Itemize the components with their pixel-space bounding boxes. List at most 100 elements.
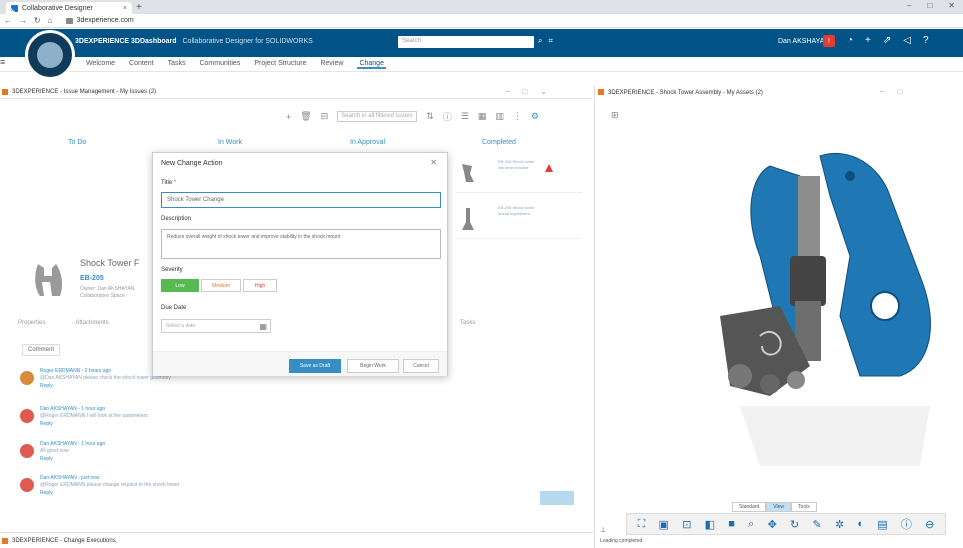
column-todo[interactable]: To Do: [68, 139, 86, 146]
due-date-placeholder: Select a date: [166, 323, 196, 329]
calendar-icon[interactable]: ▦: [259, 322, 267, 331]
help-icon[interactable]: ?: [923, 35, 929, 47]
minimize-icon[interactable]: –: [907, 1, 911, 10]
comment-author[interactable]: Roger ERDMANN - 2 hours ago: [40, 368, 111, 374]
reload-icon[interactable]: ↻: [34, 16, 41, 25]
3d-model-view[interactable]: [700, 136, 960, 496]
reply-link[interactable]: Reply: [40, 383, 53, 389]
explode-icon[interactable]: ✲: [835, 518, 844, 531]
filter-icon[interactable]: ⊟: [321, 111, 329, 122]
tab-standard[interactable]: Standard: [732, 502, 767, 512]
post-comment-button[interactable]: [540, 491, 574, 505]
maximize-panel-icon[interactable]: □: [522, 87, 527, 96]
kanban-view-icon[interactable]: ▥: [495, 111, 504, 122]
tab-tasks[interactable]: Tasks: [168, 60, 186, 69]
viewer-panel-controls: – □: [880, 87, 902, 96]
chat-icon[interactable]: ◔: [847, 35, 853, 47]
tab-properties[interactable]: Properties: [18, 320, 45, 326]
reply-link[interactable]: Reply: [40, 490, 53, 496]
tab-tasks[interactable]: Tasks: [460, 320, 475, 326]
search-input[interactable]: Search: [398, 36, 534, 48]
display-icon[interactable]: ▤: [877, 518, 887, 531]
camera-icon[interactable]: ■: [728, 518, 735, 530]
begin-work-button[interactable]: Begin Work: [347, 359, 399, 373]
tab-change[interactable]: Change: [357, 60, 386, 69]
save-view-icon[interactable]: ▣: [659, 518, 669, 531]
filter-search-input[interactable]: Search in all filtered issues: [337, 111, 418, 122]
annotate-icon[interactable]: ✎: [812, 518, 821, 531]
tab-communities[interactable]: Communities: [199, 60, 240, 69]
share-icon[interactable]: ⇗: [883, 35, 891, 47]
cancel-button[interactable]: Cancel: [403, 359, 439, 373]
search-part-icon[interactable]: ⌕: [748, 518, 754, 531]
info-icon[interactable]: ⓘ: [443, 110, 452, 123]
compass-menu-icon[interactable]: ✥: [5, 5, 15, 19]
comment-author[interactable]: Dan AKSHAYAN - 1 hour ago: [40, 406, 105, 412]
info-icon[interactable]: ⓘ: [901, 516, 912, 532]
grid-view-icon[interactable]: ▦: [478, 111, 487, 122]
sort-icon[interactable]: ⇅: [426, 111, 434, 122]
sidebar-toggle-icon[interactable]: ≡: [0, 57, 10, 72]
close-icon[interactable]: ✕: [430, 158, 437, 167]
measure-icon[interactable]: ⊡: [682, 518, 691, 531]
panel-menu-icon[interactable]: ⌄: [540, 87, 547, 96]
delete-icon[interactable]: 🗑: [300, 111, 311, 122]
tab-welcome[interactable]: Welcome: [86, 60, 115, 69]
title-field[interactable]: Shock Tower Change: [161, 192, 441, 208]
minimize-panel-icon[interactable]: –: [505, 87, 509, 96]
close-tab-icon[interactable]: ×: [123, 5, 127, 12]
rotate-icon[interactable]: ↻: [790, 518, 799, 531]
add-issue-icon[interactable]: +: [286, 112, 291, 122]
column-completed[interactable]: Completed: [482, 139, 516, 146]
column-in-approval[interactable]: In Approval: [350, 139, 385, 146]
comment-author[interactable]: Dan AKSHAYAN - just now: [40, 475, 100, 481]
render-icon[interactable]: ◐: [857, 518, 864, 530]
reply-link[interactable]: Reply: [40, 421, 53, 427]
tab-project-structure[interactable]: Project Structure: [254, 60, 306, 69]
tab-view[interactable]: View: [766, 502, 792, 512]
forward-icon[interactable]: →: [19, 16, 27, 25]
home-icon[interactable]: ⌂: [48, 16, 53, 25]
window-controls: – □ ✕: [907, 1, 955, 10]
pan-icon[interactable]: ✥: [768, 518, 777, 531]
close-window-icon[interactable]: ✕: [948, 1, 955, 10]
url-field[interactable]: 3dexperience.com: [65, 17, 134, 24]
section-icon[interactable]: ◧: [705, 518, 715, 531]
search-icon[interactable]: ⌕: [538, 36, 542, 46]
tab-content[interactable]: Content: [129, 60, 154, 69]
compass-button[interactable]: [25, 30, 75, 80]
comment-filter-dropdown[interactable]: Comment: [22, 344, 61, 356]
comment-text: @Roger ERDMANN please change request to …: [40, 482, 180, 488]
fit-all-icon[interactable]: ⛶: [638, 518, 646, 531]
more-icon[interactable]: ⋮: [513, 111, 522, 122]
settings-icon[interactable]: ⚙: [531, 111, 539, 122]
description-field[interactable]: Reduce overall weight of shock tower and…: [161, 229, 441, 259]
comment-author[interactable]: Dan AKSHAYAN - 1 hour ago: [40, 441, 105, 447]
maximize-icon[interactable]: □: [927, 1, 932, 10]
tab-review[interactable]: Review: [320, 60, 343, 69]
tab-attachments[interactable]: Attachments: [75, 320, 108, 326]
column-in-work[interactable]: In Work: [218, 139, 242, 146]
broadcast-icon[interactable]: ◁: [903, 35, 911, 47]
user-name[interactable]: Dan AKSHAYAN: [778, 38, 830, 45]
kanban-card[interactable]: EB-206 Shock tower mount adjustment: [456, 201, 582, 239]
reply-link[interactable]: Reply: [40, 456, 53, 462]
browser-tab[interactable]: Collaborative Designer ×: [6, 2, 132, 14]
model-tree-icon[interactable]: ⊞: [611, 110, 619, 121]
add-icon[interactable]: +: [865, 35, 871, 47]
maximize-panel-icon[interactable]: □: [897, 87, 902, 96]
sphere-icon[interactable]: ⊖: [925, 518, 934, 531]
severity-high-button[interactable]: High: [243, 279, 277, 292]
tag-icon[interactable]: ⌗: [548, 36, 553, 46]
issue-id-link[interactable]: EB-205: [80, 275, 104, 282]
list-view-icon[interactable]: ☰: [461, 111, 469, 122]
new-tab-button[interactable]: +: [136, 2, 142, 13]
minimize-panel-icon[interactable]: –: [880, 87, 884, 96]
save-as-draft-button[interactable]: Save as Draft: [289, 359, 341, 373]
due-date-field[interactable]: Select a date ▦: [161, 319, 271, 333]
notification-icon[interactable]: !: [823, 35, 835, 47]
tab-tools[interactable]: Tools: [791, 502, 817, 512]
kanban-card[interactable]: EB-205 Shock tower link inner bracket: [456, 155, 582, 193]
severity-low-button[interactable]: Low: [161, 279, 199, 292]
severity-medium-button[interactable]: Medium: [201, 279, 241, 292]
